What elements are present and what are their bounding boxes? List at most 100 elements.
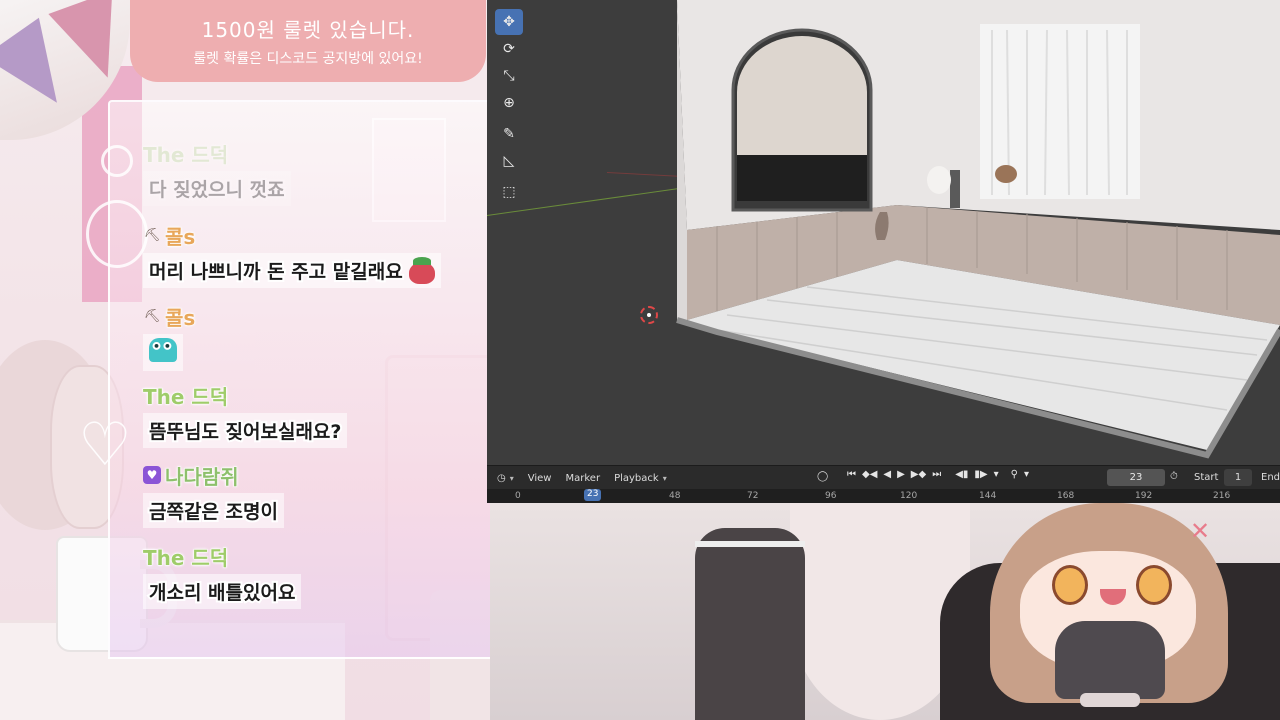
banner-title: 1500원 룰렛 있습니다. bbox=[201, 18, 415, 42]
tool-shelf-top bbox=[495, 0, 523, 8]
chat-username: The 드덕 bbox=[142, 545, 229, 570]
end-label: End bbox=[1261, 472, 1280, 483]
measure-tool-icon[interactable]: ◺ bbox=[495, 148, 523, 174]
start-frame-field[interactable]: 1 bbox=[1224, 469, 1252, 486]
deco-ring-icon bbox=[101, 145, 133, 177]
chat-user-row: The 드덕 bbox=[142, 140, 291, 167]
chat-username: The 드덕 bbox=[142, 142, 229, 167]
jump-end-icon[interactable]: ⏭ bbox=[932, 469, 941, 480]
chat-username: 콜s bbox=[164, 305, 196, 330]
chibi-avatar-eye bbox=[1136, 565, 1172, 605]
current-frame-marker[interactable]: 23 bbox=[584, 489, 602, 501]
view-menu[interactable]: View bbox=[528, 473, 552, 484]
chat-text: 개소리 배틀있어요 bbox=[143, 574, 302, 609]
scene-sock-band bbox=[695, 541, 805, 547]
chat-user-row: ⛏ 콜s bbox=[143, 303, 196, 330]
ruler-tick: 120 bbox=[900, 491, 918, 501]
chibi-avatar-feet bbox=[1080, 693, 1140, 707]
shovel-icon: ⛏ bbox=[143, 308, 161, 324]
chevron-down-icon: ▾ bbox=[662, 473, 667, 483]
ruler-tick: 168 bbox=[1057, 491, 1075, 501]
play-icon[interactable]: ▶ bbox=[897, 469, 905, 480]
move-tool-icon[interactable]: ✥ bbox=[495, 9, 523, 35]
ruler-tick: 192 bbox=[1135, 491, 1153, 501]
chat-message: The 드덕 뜸뚜님도 짖어보실래요? bbox=[142, 382, 348, 448]
chat-user-row: ♥ 나다람쥐 bbox=[143, 462, 284, 489]
chibi-avatar-eye bbox=[1052, 565, 1088, 605]
playback-label: Playback bbox=[614, 472, 659, 484]
chat-user-row: The 드덕 bbox=[142, 543, 301, 570]
ruler-tick: 48 bbox=[669, 491, 681, 501]
timeline-header: ◷ ▾ View Marker Playback ▾ ◯ ⏮ ◆◀ ◀ ▶ ▶◆ ⏭… bbox=[487, 465, 1280, 490]
banner-subtitle: 룰렛 확률은 디스코드 공지방에 있어요! bbox=[193, 51, 423, 67]
chat-message: The 드덕 다 짖었으니 껏죠 bbox=[142, 140, 291, 206]
playback-controls: ⏮ ◆◀ ◀ ▶ ▶◆ ⏭ ◀▮ ▮▶ ▾ ⚲ ▾ bbox=[847, 469, 1029, 480]
chat-message: The 드덕 개소리 배틀있어요 bbox=[142, 543, 302, 609]
chat-message: ♥ 나다람쥐 금쪽같은 조명이 bbox=[143, 462, 284, 528]
scale-tool-icon[interactable]: ⤡ bbox=[495, 63, 523, 89]
chat-message: ⛏ 콜s bbox=[143, 303, 196, 371]
current-frame-field[interactable]: 23 bbox=[1107, 469, 1165, 486]
red-blob-emoji bbox=[408, 256, 435, 284]
plush-object bbox=[995, 165, 1017, 183]
keying-icon[interactable]: ◯ bbox=[817, 471, 828, 482]
window-shade bbox=[737, 36, 867, 155]
play-reverse-icon[interactable]: ◀ bbox=[883, 469, 891, 480]
room-model[interactable] bbox=[487, 0, 1280, 465]
add-cube-tool-icon[interactable]: ⬚ bbox=[495, 179, 523, 205]
scene-sock bbox=[695, 528, 805, 720]
deco-heart-icon: ♡ bbox=[78, 410, 132, 480]
blender-window: ✥ ⟳ ⤡ ⊕ ✎ ◺ ⬚ ◷ ▾ View Marker Playback ▾ ◯… bbox=[487, 0, 1280, 503]
chat-bubble: 머리 나쁘니까 돈 주고 맡길래요 bbox=[143, 253, 441, 288]
chat-username: 콜s bbox=[164, 224, 196, 249]
chevron-down-icon[interactable]: ▾ bbox=[994, 469, 999, 480]
chat-username: 나다람쥐 bbox=[165, 464, 240, 489]
lamp-shade bbox=[927, 166, 951, 194]
chevron-down-icon[interactable]: ▾ bbox=[1024, 469, 1029, 480]
auto-key-icon[interactable]: ⚲ bbox=[1011, 469, 1018, 480]
chat-user-row: The 드덕 bbox=[142, 382, 347, 409]
3d-viewport[interactable]: ✥ ⟳ ⤡ ⊕ ✎ ◺ ⬚ bbox=[487, 0, 1280, 465]
close-x-icon: ✕ bbox=[1190, 517, 1211, 545]
ruler-tick: 144 bbox=[979, 491, 997, 501]
stream-background: ♡ bbox=[0, 0, 490, 720]
start-label: Start bbox=[1194, 472, 1219, 483]
chat-user-row: ⛏ 콜s bbox=[143, 222, 441, 249]
timeline-ruler[interactable]: 0 23 48 72 96 120 144 168 192 216 bbox=[487, 489, 1280, 503]
chibi-avatar-body bbox=[1055, 621, 1165, 699]
tool-shelf: ✥ ⟳ ⤡ ⊕ ✎ ◺ ⬚ bbox=[495, 0, 525, 206]
window-glass bbox=[737, 155, 867, 201]
chat-message: ⛏ 콜s 머리 나쁘니까 돈 주고 맡길래요 bbox=[143, 222, 441, 288]
prev-keyframe-icon[interactable]: ◆◀ bbox=[862, 469, 877, 480]
ruler-tick: 72 bbox=[747, 491, 759, 501]
transform-tool-icon[interactable]: ⊕ bbox=[495, 90, 523, 116]
lamp-stand bbox=[950, 170, 960, 208]
roulette-banner: 1500원 룰렛 있습니다. 룰렛 확률은 디스코드 공지방에 있어요! bbox=[130, 0, 486, 82]
streamer-scene: ✕ bbox=[490, 503, 1280, 720]
heart-icon: ♥ bbox=[143, 466, 161, 484]
chat-bubble bbox=[143, 334, 183, 371]
clock-icon[interactable]: ⏱ bbox=[1170, 471, 1178, 482]
chat-text: 머리 나쁘니까 돈 주고 맡길래요 bbox=[147, 259, 405, 285]
sync-icon[interactable]: ◀▮ bbox=[955, 469, 968, 480]
marker-menu[interactable]: Marker bbox=[565, 473, 600, 484]
chat-text: 금쪽같은 조명이 bbox=[143, 493, 284, 528]
editor-type-dropdown[interactable]: ◷ ▾ bbox=[497, 473, 514, 484]
ruler-tick: 216 bbox=[1213, 491, 1231, 501]
sync-icon-2[interactable]: ▮▶ bbox=[974, 469, 987, 480]
3d-cursor-icon[interactable] bbox=[640, 306, 658, 324]
deco-divider bbox=[108, 300, 110, 520]
chat-text: 다 짖었으니 껏죠 bbox=[143, 171, 291, 206]
rotate-tool-icon[interactable]: ⟳ bbox=[495, 36, 523, 62]
ruler-tick: 0 bbox=[515, 491, 521, 501]
playback-menu[interactable]: Playback ▾ bbox=[614, 473, 667, 484]
jump-start-icon[interactable]: ⏮ bbox=[847, 469, 856, 480]
chat-text: 뜸뚜님도 짖어보실래요? bbox=[143, 413, 348, 448]
shovel-icon: ⛏ bbox=[143, 227, 161, 243]
next-keyframe-icon[interactable]: ▶◆ bbox=[911, 469, 926, 480]
ruler-tick: 96 bbox=[825, 491, 837, 501]
annotate-tool-icon[interactable]: ✎ bbox=[495, 121, 523, 147]
teal-ghost-emoji bbox=[149, 338, 177, 362]
chat-username: The 드덕 bbox=[142, 384, 229, 409]
deco-ring-icon bbox=[86, 200, 148, 268]
